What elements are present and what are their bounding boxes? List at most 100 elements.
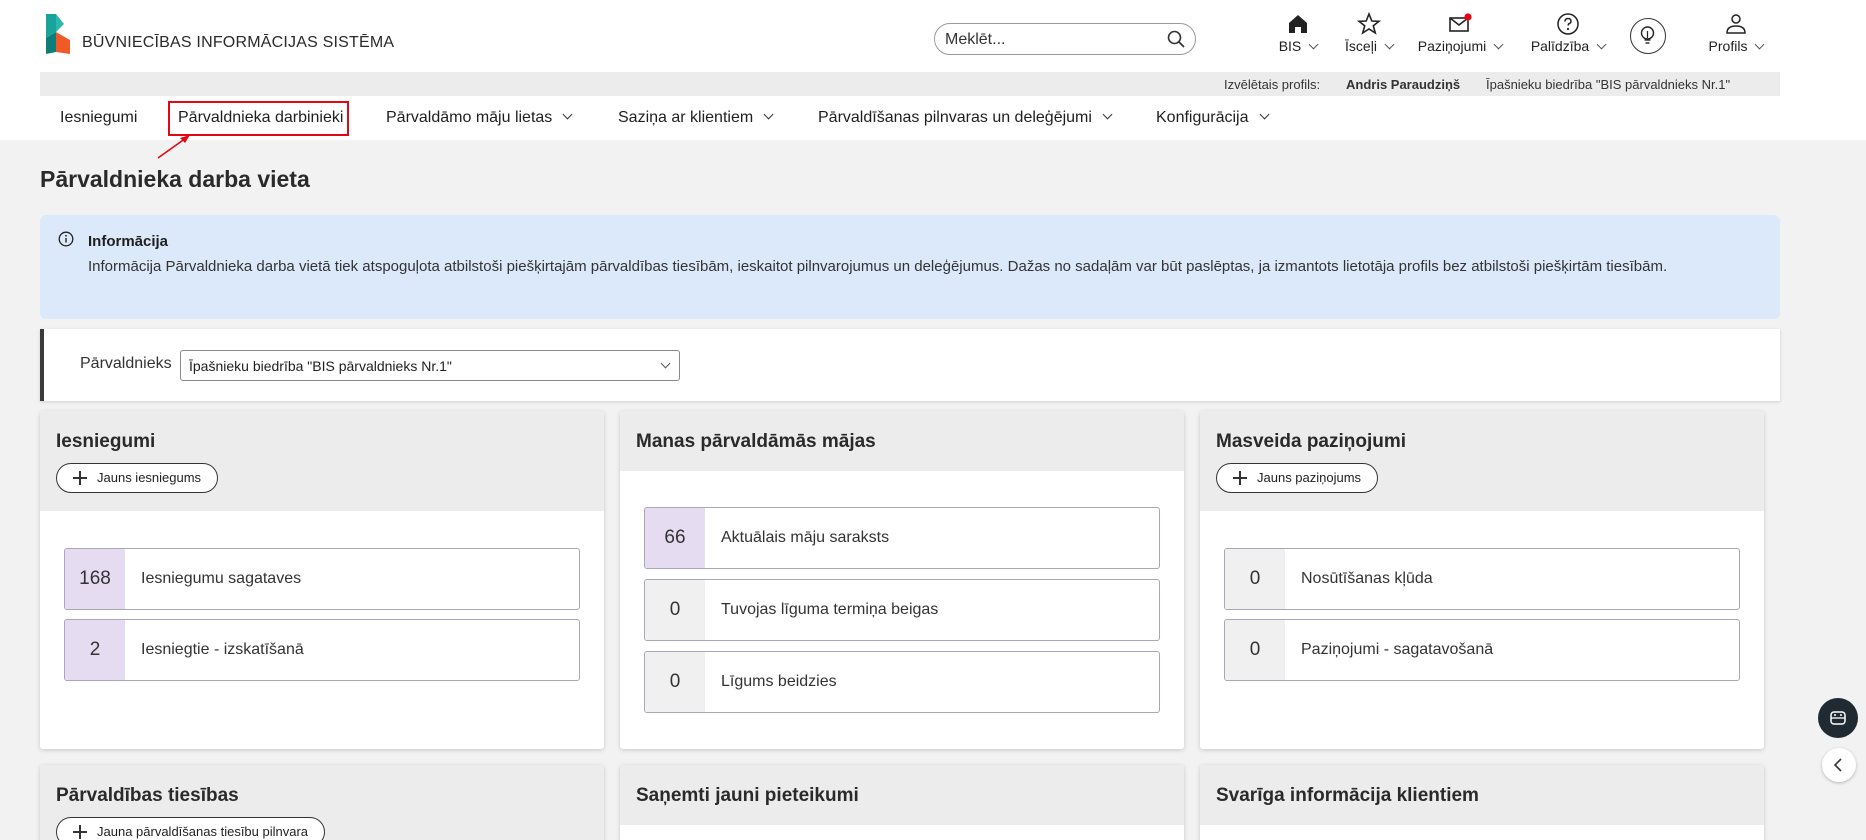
lightbulb-icon: [1640, 26, 1655, 44]
manager-selector-bar: Pārvaldnieks Īpašnieku biedrība "BIS pār…: [40, 329, 1780, 401]
stat-label: Nosūtīšanas kļūda: [1301, 570, 1433, 587]
plus-icon: [73, 825, 87, 839]
stat-label: Iesniegtie - izskatīšanā: [141, 641, 304, 658]
bis-logo-icon: [46, 14, 70, 54]
highlight-annotation: [168, 101, 349, 136]
collapse-button[interactable]: [1822, 748, 1856, 782]
info-text: Informācija Pārvaldnieka darba vietā tie…: [88, 258, 1668, 275]
stat-value: 0: [1225, 620, 1285, 680]
help-icon: [1557, 13, 1579, 35]
nav-client-communication-label: Saziņa ar klientiem: [618, 109, 754, 126]
profile-prefix: Izvēlētais profils:: [1224, 77, 1321, 92]
search-box: [934, 23, 1196, 55]
manager-select[interactable]: Īpašnieku biedrība "BIS pārvaldnieks Nr.…: [180, 350, 680, 381]
star-icon: [1357, 12, 1381, 35]
topnav-profile-label: Profils: [1708, 38, 1748, 54]
stat-value: 0: [645, 580, 705, 640]
nav-managed-houses-label: Pārvaldāmo māju lietas: [386, 109, 553, 126]
card-client-info: Svarīga informācija klientiem: [1200, 765, 1764, 840]
chevron-down-icon: [763, 109, 774, 120]
user-icon: [1726, 14, 1746, 34]
stat-submission-drafts[interactable]: 168 Iesniegumu sagataves: [64, 548, 580, 610]
chevron-down-icon: [1384, 39, 1395, 50]
topnav-help-label: Palīdzība: [1530, 38, 1590, 54]
plus-icon: [73, 471, 87, 485]
stat-submitted-review[interactable]: 2 Iesniegtie - izskatīšanā: [64, 619, 580, 681]
topnav-help[interactable]: Palīdzība: [1528, 12, 1608, 60]
topnav-bis-label: BIS: [1278, 38, 1302, 54]
stat-label: Aktuālais māju saraksts: [721, 529, 890, 546]
idea-button[interactable]: [1630, 18, 1666, 54]
nav-submissions-label: Iesniegumi: [60, 109, 138, 126]
stat-send-error[interactable]: 0 Nosūtīšanas kļūda: [1224, 548, 1740, 610]
card-applications-title: Saņemti jauni pieteikumi: [636, 785, 859, 806]
topnav-bis[interactable]: BIS: [1272, 12, 1324, 60]
plus-icon: [1233, 471, 1247, 485]
home-icon: [1289, 15, 1307, 33]
new-authorization-label: Jauna pārvaldīšanas tiesību pilnvara: [97, 824, 309, 839]
stat-label: Tuvojas līguma termiņa beigas: [721, 601, 939, 618]
topnav-notifications[interactable]: Paziņojumi: [1414, 12, 1506, 60]
chevron-left-icon: [1833, 758, 1842, 772]
info-panel: Informācija Informācija Pārvaldnieka dar…: [40, 215, 1780, 319]
new-submission-button[interactable]: Jauns iesniegums: [56, 463, 219, 493]
info-title: Informācija: [88, 233, 169, 250]
profile-org[interactable]: Īpašnieku biedrība "BIS pārvaldnieks Nr.…: [1486, 77, 1730, 92]
stat-notices-drafting[interactable]: 0 Paziņojumi - sagatavošanā: [1224, 619, 1740, 681]
chevron-down-icon: [562, 109, 573, 120]
chevron-down-icon: [1308, 39, 1319, 50]
topnav-shortcuts-label: Īsceļi: [1345, 38, 1377, 54]
chevron-down-icon: [1755, 39, 1765, 50]
new-submission-label: Jauns iesniegums: [97, 470, 202, 485]
nav-managed-houses[interactable]: Pārvaldāmo māju lietas: [386, 100, 573, 136]
chatbot-button[interactable]: [1818, 698, 1858, 738]
chevron-down-icon: [1596, 39, 1607, 50]
chevron-down-icon: [1102, 109, 1113, 120]
card-managed-houses: Manas pārvaldāmās mājas 66 Aktuālais māj…: [620, 411, 1184, 749]
nav-client-communication[interactable]: Saziņa ar klientiem: [618, 100, 774, 136]
new-authorization-button[interactable]: Jauna pārvaldīšanas tiesību pilnvara: [56, 817, 326, 840]
stat-value: 66: [645, 508, 705, 568]
stat-value: 0: [1225, 549, 1285, 609]
topnav-profile[interactable]: Profils: [1702, 12, 1770, 60]
stat-current-houses[interactable]: 66 Aktuālais māju saraksts: [644, 507, 1160, 569]
card-new-applications: Saņemti jauni pieteikumi: [620, 765, 1184, 840]
card-mass-notices: Masveida paziņojumi Jauns paziņojums 0 N…: [1200, 411, 1764, 749]
nav-configuration[interactable]: Konfigurācija: [1156, 100, 1269, 136]
new-notice-label: Jauns paziņojums: [1257, 470, 1362, 485]
manager-select-value: Īpašnieku biedrība "BIS pārvaldnieks Nr.…: [189, 358, 452, 374]
chevron-down-icon: [1259, 109, 1269, 120]
stat-contract-ending[interactable]: 0 Tuvojas līguma termiņa beigas: [644, 579, 1160, 641]
topnav-shortcuts[interactable]: Īsceļi: [1340, 12, 1398, 60]
mail-icon: [1449, 13, 1472, 32]
search-icon[interactable]: [1167, 30, 1185, 48]
info-icon: [58, 231, 74, 247]
stat-label: Līgums beidzies: [721, 673, 837, 690]
card-mass-notices-title: Masveida paziņojumi: [1216, 431, 1407, 452]
chevron-down-icon: [660, 358, 671, 369]
site-logo[interactable]: Būvniecības informācijas sistēma: [44, 14, 394, 54]
logo-text: Būvniecības informācijas sistēma: [82, 34, 395, 51]
annotation-arrow-icon: [157, 135, 190, 159]
card-header: [1200, 411, 1764, 511]
profile-user[interactable]: Andris Paraudziņš: [1346, 77, 1460, 92]
search-input[interactable]: [945, 30, 1155, 50]
selected-profile-bar: Izvēlētais profils: Andris Paraudziņš Īp…: [40, 72, 1780, 96]
nav-authorizations[interactable]: Pārvaldīšanas pilnvaras un deleģējumi: [818, 100, 1113, 136]
topnav-notifications-label: Paziņojumi: [1417, 38, 1487, 54]
nav-submissions[interactable]: Iesniegumi: [60, 100, 137, 136]
card-management-rights: Pārvaldības tiesības Jauna pārvaldīšanas…: [40, 765, 604, 840]
stat-value: 2: [65, 620, 125, 680]
card-client-info-title: Svarīga informācija klientiem: [1216, 785, 1479, 806]
card-submissions: Iesniegumi Jauns iesniegums 168 Iesniegu…: [40, 411, 604, 749]
stat-value: 168: [65, 549, 125, 609]
manager-label: Pārvaldnieks: [80, 355, 172, 372]
card-houses-title: Manas pārvaldāmās mājas: [636, 431, 876, 452]
chatbot-icon: [1830, 711, 1846, 725]
stat-value: 0: [645, 652, 705, 712]
stat-contract-ended[interactable]: 0 Līgums beidzies: [644, 651, 1160, 713]
stat-label: Paziņojumi - sagatavošanā: [1301, 641, 1494, 658]
nav-configuration-label: Konfigurācija: [1156, 109, 1249, 126]
new-notice-button[interactable]: Jauns paziņojums: [1216, 463, 1379, 493]
chevron-down-icon: [1493, 39, 1504, 50]
